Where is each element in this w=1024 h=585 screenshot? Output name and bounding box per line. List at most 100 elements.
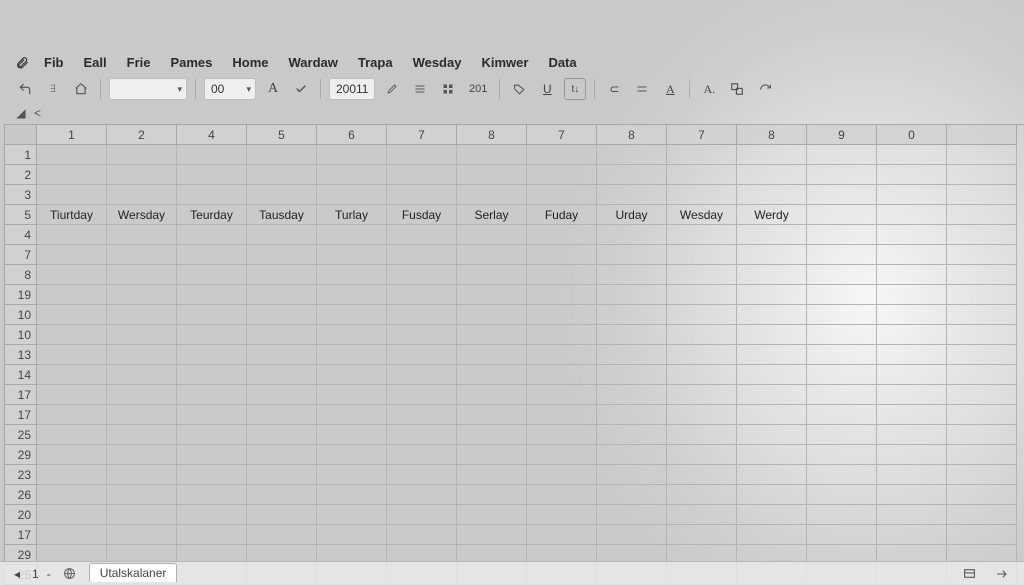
row-header[interactable]: 17 [5, 385, 37, 405]
cell[interactable] [527, 365, 597, 385]
cell[interactable] [247, 345, 317, 365]
cell[interactable] [457, 425, 527, 445]
cell[interactable] [107, 165, 177, 185]
cell[interactable] [667, 245, 737, 265]
check-button[interactable] [290, 78, 312, 100]
cell[interactable] [527, 425, 597, 445]
cell[interactable] [597, 305, 667, 325]
cell[interactable] [667, 485, 737, 505]
cell[interactable] [807, 245, 877, 265]
cell[interactable] [807, 345, 877, 365]
cell[interactable] [37, 145, 107, 165]
cell[interactable] [317, 305, 387, 325]
cell[interactable] [387, 405, 457, 425]
cell[interactable] [37, 445, 107, 465]
cell[interactable] [947, 525, 1017, 545]
cell[interactable] [527, 385, 597, 405]
cell[interactable] [667, 465, 737, 485]
cell[interactable] [807, 165, 877, 185]
cell[interactable] [947, 425, 1017, 445]
cell[interactable] [947, 245, 1017, 265]
cell[interactable] [317, 425, 387, 445]
cell[interactable] [807, 425, 877, 445]
cell[interactable] [667, 505, 737, 525]
cell[interactable] [947, 405, 1017, 425]
cell[interactable] [177, 165, 247, 185]
cell[interactable] [807, 185, 877, 205]
cell[interactable] [807, 225, 877, 245]
cell[interactable] [597, 285, 667, 305]
cell[interactable] [807, 485, 877, 505]
cell[interactable] [877, 405, 947, 425]
cell[interactable] [597, 465, 667, 485]
cell[interactable] [807, 205, 877, 225]
cell[interactable] [877, 485, 947, 505]
cell[interactable] [667, 445, 737, 465]
cell[interactable] [247, 385, 317, 405]
row-header[interactable]: 23 [5, 465, 37, 485]
cell[interactable]: Fuday [527, 205, 597, 225]
cell[interactable] [877, 185, 947, 205]
cell[interactable] [947, 225, 1017, 245]
cell[interactable] [177, 485, 247, 505]
cell[interactable] [527, 245, 597, 265]
row-header[interactable]: 4 [5, 225, 37, 245]
cell[interactable] [457, 245, 527, 265]
cell[interactable] [947, 465, 1017, 485]
undo-button[interactable] [14, 78, 36, 100]
cell[interactable] [737, 145, 807, 165]
cell[interactable] [317, 185, 387, 205]
cell[interactable] [527, 185, 597, 205]
cell[interactable] [527, 285, 597, 305]
cell[interactable] [667, 145, 737, 165]
cell[interactable] [457, 525, 527, 545]
cell[interactable] [807, 445, 877, 465]
cell[interactable] [947, 325, 1017, 345]
cell[interactable] [387, 305, 457, 325]
cell[interactable] [667, 365, 737, 385]
cell[interactable] [37, 185, 107, 205]
cell[interactable] [177, 525, 247, 545]
cell[interactable] [247, 365, 317, 385]
cell[interactable] [947, 205, 1017, 225]
cell[interactable] [457, 465, 527, 485]
cell[interactable] [457, 165, 527, 185]
cell[interactable] [177, 145, 247, 165]
cell[interactable] [527, 265, 597, 285]
cell[interactable] [247, 445, 317, 465]
cell[interactable] [177, 185, 247, 205]
globe-icon[interactable] [59, 563, 81, 585]
cell[interactable] [597, 225, 667, 245]
cell[interactable] [597, 145, 667, 165]
cell[interactable] [387, 505, 457, 525]
cell[interactable] [947, 505, 1017, 525]
cell[interactable] [317, 385, 387, 405]
cell[interactable] [527, 225, 597, 245]
cell[interactable] [807, 385, 877, 405]
cell[interactable] [527, 325, 597, 345]
cell[interactable] [737, 505, 807, 525]
menu-item-wardaw[interactable]: Wardaw [281, 53, 346, 72]
cell[interactable] [247, 185, 317, 205]
cell[interactable] [317, 525, 387, 545]
cell[interactable] [387, 245, 457, 265]
column-header[interactable]: 7 [387, 125, 457, 145]
cell[interactable] [457, 505, 527, 525]
row-header[interactable]: 17 [5, 405, 37, 425]
cell[interactable] [37, 465, 107, 485]
cell[interactable] [177, 285, 247, 305]
font-button[interactable]: A [262, 78, 284, 100]
cell[interactable] [317, 465, 387, 485]
column-header[interactable]: 7 [527, 125, 597, 145]
cell[interactable] [667, 265, 737, 285]
cell[interactable] [37, 385, 107, 405]
row-header[interactable]: 7 [5, 245, 37, 265]
cell[interactable] [737, 465, 807, 485]
cell[interactable] [37, 505, 107, 525]
cell[interactable] [317, 165, 387, 185]
cell[interactable] [247, 265, 317, 285]
row-header[interactable]: 1 [5, 145, 37, 165]
cell[interactable] [317, 145, 387, 165]
cell[interactable] [877, 505, 947, 525]
cell[interactable] [947, 345, 1017, 365]
